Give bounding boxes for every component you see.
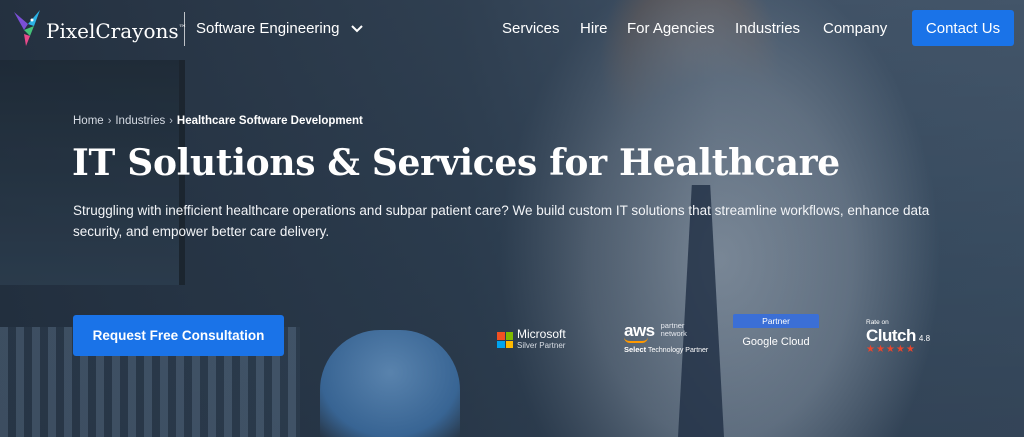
aws-network-text: network bbox=[660, 329, 687, 338]
star-rating-icon: ★★★★★ bbox=[866, 344, 916, 355]
clutch-rating-badge: Rate on Clutch 4.8 ★★★★★ bbox=[866, 319, 930, 355]
glove-image bbox=[320, 330, 460, 437]
category-label: Software Engineering bbox=[196, 20, 340, 37]
microsoft-partner-badge: Microsoft Silver Partner bbox=[497, 327, 566, 351]
nav-item-services[interactable]: Services bbox=[502, 20, 560, 37]
clutch-name: Clutch bbox=[866, 326, 916, 345]
breadcrumb-home[interactable]: Home bbox=[73, 115, 104, 127]
aws-select-tier: Select bbox=[624, 345, 647, 354]
aws-tier-type: Technology Partner bbox=[647, 347, 709, 354]
brand-name: PixelCrayons™ bbox=[46, 19, 187, 43]
aws-logo: aws bbox=[624, 321, 655, 340]
request-consultation-button[interactable]: Request Free Consultation bbox=[73, 315, 284, 356]
microsoft-name: Microsoft bbox=[517, 327, 566, 341]
breadcrumb-separator: › bbox=[169, 115, 173, 127]
google-cloud-name: Google Cloud bbox=[742, 336, 810, 348]
nav-item-company[interactable]: Company bbox=[823, 20, 887, 37]
header-divider bbox=[184, 12, 185, 46]
page-title: IT Solutions & Services for Healthcare bbox=[72, 142, 840, 184]
google-cloud-partner-badge: Partner Google Cloud bbox=[733, 314, 819, 348]
contact-us-button[interactable]: Contact Us bbox=[912, 10, 1014, 46]
microsoft-partner-level: Silver Partner bbox=[517, 341, 566, 350]
microsoft-logo-icon bbox=[497, 332, 513, 348]
aws-partner-badge: aws partner network Select Technology Pa… bbox=[624, 322, 708, 354]
hero-subtitle: Struggling with inefficient healthcare o… bbox=[73, 203, 930, 239]
breadcrumb: Home › Industries › Healthcare Software … bbox=[73, 115, 363, 127]
clutch-score: 4.8 bbox=[918, 334, 931, 343]
clutch-rate-on: Rate on bbox=[866, 319, 889, 326]
nav-item-industries[interactable]: Industries bbox=[735, 20, 800, 37]
chevron-down-icon bbox=[351, 24, 364, 32]
site-header: PixelCrayons™ Software Engineering Servi… bbox=[0, 0, 1024, 58]
nav-item-for-agencies[interactable]: For Agencies bbox=[627, 20, 715, 37]
google-partner-label: Partner bbox=[733, 314, 819, 328]
nav-item-hire[interactable]: Hire bbox=[580, 20, 608, 37]
breadcrumb-separator: › bbox=[107, 115, 112, 127]
brand-logo[interactable]: PixelCrayons™ bbox=[10, 6, 187, 48]
category-selector[interactable]: Software Engineering bbox=[196, 20, 364, 37]
hummingbird-logo-icon bbox=[14, 10, 40, 46]
breadcrumb-current: Healthcare Software Development bbox=[176, 115, 363, 127]
breadcrumb-industries[interactable]: Industries bbox=[115, 115, 165, 127]
